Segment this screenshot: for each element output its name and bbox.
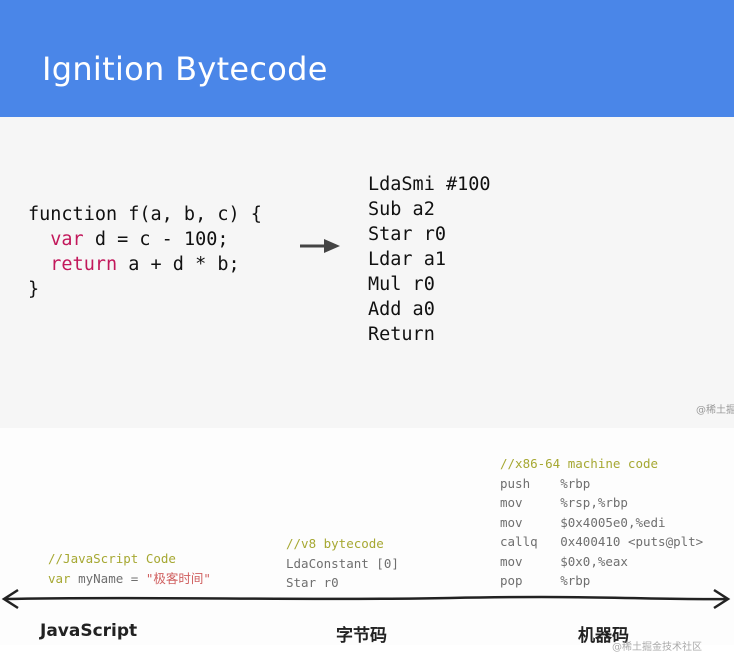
mc-arg: $0x0,%eax: [560, 553, 628, 569]
js-comment: //JavaScript Code: [48, 551, 176, 566]
v8-comment: //v8 bytecode: [286, 536, 384, 551]
mc-arg: $0x4005e0,%edi: [560, 514, 666, 530]
watermark: @稀土掘: [696, 405, 734, 416]
mc-arg: %rsp,%rbp: [560, 495, 628, 510]
mc-op: mov: [500, 514, 523, 530]
bytecode-line: Star r0: [368, 224, 446, 245]
js-snippet: //JavaScript Code var myName = "极客时间": [48, 549, 211, 588]
bytecode-line: Add a0: [368, 299, 435, 320]
right-arrow-icon: [300, 239, 340, 253]
bytecode-line: Return: [368, 324, 435, 345]
mc-arg: %rbp: [560, 475, 591, 491]
label-javascript: JavaScript: [40, 621, 138, 641]
bytecode-line: Mul r0: [368, 274, 435, 295]
js-keyword-return: return: [50, 254, 118, 275]
bytecode-listing: LdaSmi #100 Sub a2 Star r0 Ldar a1 Mul r…: [368, 172, 491, 347]
mc-comment: //x86-64 machine code: [500, 456, 659, 471]
compilation-pipeline: //JavaScript Code var myName = "极客时间" //…: [0, 428, 734, 653]
v8-line: LdaConstant [0]: [286, 555, 399, 571]
machine-code-snippet: //x86-64 machine code push %rbp mov %rsp…: [500, 454, 703, 591]
bytecode-line: Ldar a1: [368, 249, 446, 270]
mc-op: push: [500, 475, 531, 491]
mc-arg: 0x400410 <puts@plt>: [560, 534, 704, 549]
watermark: @稀土掘金技术社区: [612, 642, 702, 653]
mc-op: callq: [500, 534, 538, 549]
js-line-4: }: [28, 279, 40, 300]
js-line-1: function f(a, b, c) {: [28, 204, 262, 225]
mc-op: mov: [500, 495, 523, 510]
js-source-code: function f(a, b, c) { var d = c - 100; r…: [28, 202, 262, 302]
bytecode-line: LdaSmi #100: [368, 174, 491, 195]
slide-title: Ignition Bytecode: [42, 50, 328, 88]
label-bytecode: 字节码: [336, 626, 387, 646]
js-line-3: a + d * b;: [117, 254, 240, 275]
slide: Ignition Bytecode function f(a, b, c) { …: [0, 0, 734, 428]
js-line-2: d = c - 100;: [83, 229, 229, 250]
js-keyword-var: var: [50, 229, 84, 250]
double-arrow-line: [1, 588, 731, 610]
slide-header: Ignition Bytecode: [0, 0, 734, 117]
bytecode-line: Sub a2: [368, 199, 435, 220]
mc-op: mov: [500, 553, 523, 569]
